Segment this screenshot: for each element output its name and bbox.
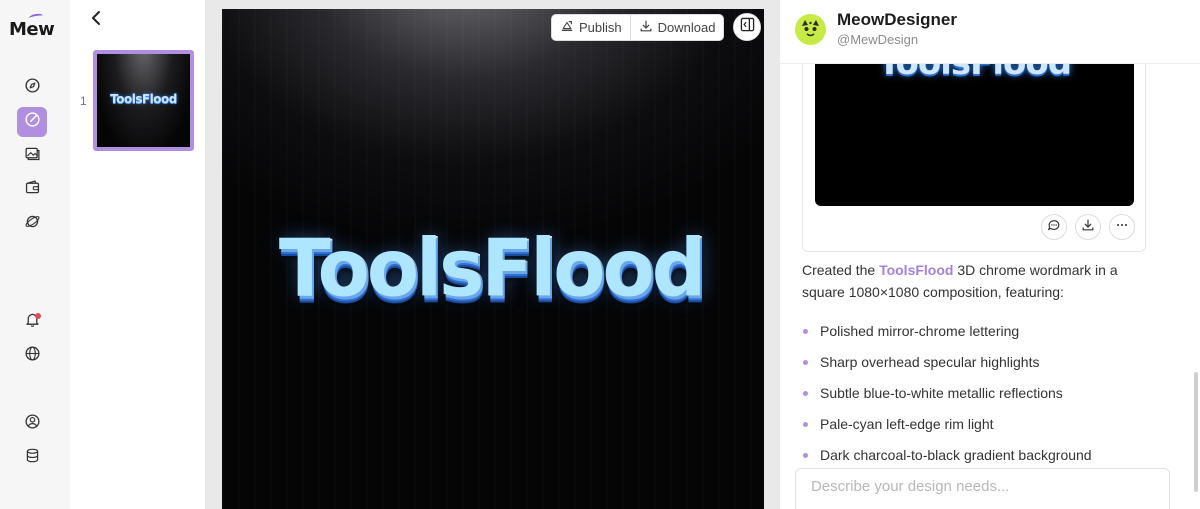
prompt-input[interactable]	[811, 478, 1154, 495]
prompt-input-box	[795, 468, 1170, 509]
feature-list: Polished mirror-chrome lettering Sharp o…	[802, 320, 1162, 475]
thumbnail-wordmark: ToolsFlood	[110, 92, 177, 106]
publish-label: Publish	[579, 20, 622, 35]
rail-item-gallery[interactable]	[17, 141, 47, 171]
message-prefix: Created the	[802, 262, 880, 278]
app: Mew 1 ToolsFlood ToolsFlood Publish Down…	[0, 0, 1200, 509]
download-label: Download	[657, 20, 716, 35]
result-card: ToolsFlood	[802, 64, 1146, 252]
rail-item-language[interactable]	[17, 341, 47, 371]
logo[interactable]: Mew	[9, 12, 59, 40]
message-highlight[interactable]: ToolsFlood	[879, 262, 953, 278]
publish-button[interactable]: Publish	[552, 15, 630, 40]
download-icon	[1081, 218, 1095, 237]
rail-item-planet[interactable]	[17, 209, 47, 239]
notification-badge	[35, 313, 41, 319]
image-gallery-icon	[24, 145, 41, 167]
more-horizontal-icon	[1115, 218, 1129, 237]
user-name: MeowDesigner	[837, 10, 957, 29]
page-thumbnail[interactable]: ToolsFlood	[93, 50, 194, 151]
rail-item-notifications[interactable]	[17, 307, 47, 337]
list-item: Subtle blue-to-white metallic reflection…	[802, 382, 1162, 413]
palette-icon	[24, 111, 41, 133]
pages-panel: 1 ToolsFlood	[70, 0, 205, 509]
list-item: Polished mirror-chrome lettering	[802, 320, 1162, 351]
database-icon	[24, 447, 41, 469]
chat-messages[interactable]: ToolsFlood	[780, 64, 1200, 509]
planet-icon	[24, 213, 41, 235]
canvas-toolbar: Publish Download	[551, 14, 725, 41]
logo-text: Mew	[9, 19, 55, 40]
rail-item-design[interactable]	[17, 107, 47, 137]
canvas-wordmark: ToolsFlood	[222, 229, 764, 309]
comment-button[interactable]	[1041, 214, 1067, 240]
rail-item-storage[interactable]	[17, 443, 47, 473]
canvas-area: ToolsFlood Publish Download	[205, 0, 780, 509]
chevron-left-icon	[90, 10, 102, 31]
user-handle: @MewDesign	[837, 32, 919, 47]
download-result-button[interactable]	[1075, 214, 1101, 240]
publish-icon	[560, 19, 574, 36]
globe-icon	[24, 345, 41, 367]
download-icon	[639, 19, 653, 36]
assistant-message: Created the ToolsFlood 3D chrome wordmar…	[802, 259, 1162, 303]
comment-icon	[1047, 218, 1061, 237]
rail-item-wallet[interactable]	[17, 175, 47, 205]
avatar[interactable]	[795, 14, 826, 45]
list-item: Pale-cyan left-edge rim light	[802, 413, 1162, 444]
chat-scrollbar[interactable]	[1194, 372, 1198, 492]
compass-icon	[24, 77, 41, 99]
panel-toggle-button[interactable]	[733, 13, 761, 41]
download-button[interactable]: Download	[629, 15, 724, 40]
result-actions	[1041, 214, 1135, 240]
result-image[interactable]: ToolsFlood	[815, 64, 1134, 206]
wordmark-text: ToolsFlood	[280, 221, 708, 316]
chat-header: MeowDesigner @MewDesign	[780, 0, 1200, 64]
sidebar-toggle-icon	[740, 17, 755, 37]
wallet-icon	[24, 179, 41, 201]
design-canvas[interactable]: ToolsFlood	[222, 9, 764, 509]
chat-panel: ToolsFlood	[780, 0, 1200, 509]
nav-rail: Mew	[0, 0, 70, 509]
list-item: Sharp overhead specular highlights	[802, 351, 1162, 382]
rail-item-explore[interactable]	[17, 73, 47, 103]
user-circle-icon	[24, 413, 41, 435]
result-image-wordmark: ToolsFlood	[815, 64, 1134, 83]
more-options-button[interactable]	[1109, 214, 1135, 240]
back-button[interactable]	[86, 9, 106, 31]
page-number: 1	[80, 94, 87, 108]
rail-item-profile[interactable]	[17, 409, 47, 439]
